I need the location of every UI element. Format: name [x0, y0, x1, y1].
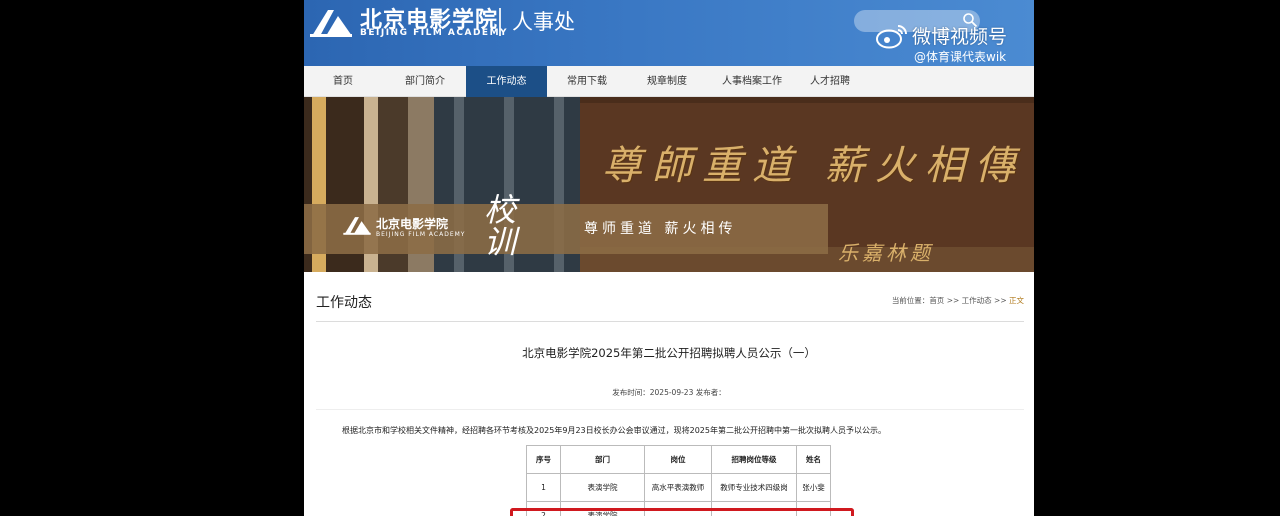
hero-banner: 尊師重道 薪火相傳 北京电影学院 BEIJING FILM ACADEMY 校训… — [304, 97, 1034, 272]
table-header-cell: 序号 — [526, 445, 561, 474]
section-title: 工作动态 — [316, 295, 372, 311]
breadcrumb-sep: >> — [944, 296, 962, 305]
article-title: 北京电影学院2025年第二批公开招聘拟聘人员公示（一） — [522, 346, 816, 360]
table-cell: 表演学院 — [560, 473, 645, 502]
nav-item-regulations[interactable]: 规章制度 — [629, 66, 705, 97]
banner-logo-cn: 北京电影学院 — [376, 217, 449, 231]
table-header-cell: 岗位 — [644, 445, 712, 474]
department-name: 人事处 — [512, 10, 575, 34]
nav-item-downloads[interactable]: 常用下载 — [547, 66, 627, 97]
logo-divider — [499, 8, 501, 36]
table-cell: 高水平表演教师 — [644, 473, 712, 502]
banner-calligraphy: 尊師重道 薪火相傳 — [602, 143, 1025, 189]
article-body: 根据北京市和学校相关文件精神，经招聘各环节考核及2025年9月23日校长办公会审… — [342, 426, 886, 435]
watermark-handle: @体育课代表wik — [914, 50, 1007, 64]
table-cell: 1 — [526, 473, 561, 502]
watermark-name: 微博视频号 — [912, 26, 1008, 48]
breadcrumb: 当前位置：首页 >> 工作动态 >> 正文 — [892, 295, 1024, 306]
breadcrumb-section[interactable]: 工作动态 — [962, 296, 992, 305]
table-header-cell: 部门 — [560, 445, 645, 474]
article-meta: 发布时间：2025-09-23 发布者： — [612, 388, 726, 397]
academy-logo-icon[interactable] — [308, 6, 354, 38]
weibo-logo-icon — [876, 25, 907, 49]
site-header: 北京电影学院 BEIJING FILM ACADEMY 人事处 微博视频号 @体… — [304, 0, 1034, 66]
main-nav: 首页 部门简介 工作动态 常用下载 规章制度 人事档案工作 人才招聘 — [304, 66, 1034, 97]
breadcrumb-sep: >> — [991, 296, 1009, 305]
nav-item-news[interactable]: 工作动态 — [466, 66, 547, 97]
table-cell: 张小斐 — [796, 473, 831, 502]
nav-item-home[interactable]: 首页 — [304, 66, 382, 97]
logo-text-en: BEIJING FILM ACADEMY — [360, 28, 509, 38]
nav-item-about[interactable]: 部门简介 — [384, 66, 466, 97]
nav-item-archives[interactable]: 人事档案工作 — [706, 66, 798, 97]
banner-academy-logo-icon — [343, 217, 371, 235]
school-motto-label: 校训 — [479, 193, 517, 257]
divider — [316, 409, 1024, 410]
table-header-row: 序号 部门 岗位 招聘岗位等级 姓名 — [526, 445, 831, 474]
webpage: 北京电影学院 BEIJING FILM ACADEMY 人事处 微博视频号 @体… — [304, 0, 1034, 516]
nav-item-recruitment[interactable]: 人才招聘 — [798, 66, 862, 97]
red-highlight-box — [510, 508, 854, 516]
hiring-table: 序号 部门 岗位 招聘岗位等级 姓名 1 表演学院 高水平表演教师 教师专业技术… — [526, 445, 831, 516]
table-header-cell: 姓名 — [796, 445, 831, 474]
divider — [316, 321, 1024, 322]
school-motto: 尊师重道 薪火相传 — [584, 221, 737, 237]
table-header-cell: 招聘岗位等级 — [711, 445, 797, 474]
breadcrumb-prefix: 当前位置： — [891, 296, 930, 305]
banner-logo-en: BEIJING FILM ACADEMY — [376, 231, 466, 238]
breadcrumb-current: 正文 — [1009, 296, 1024, 305]
calligraphy-signature: 乐嘉林题 — [838, 241, 934, 265]
breadcrumb-home[interactable]: 首页 — [929, 296, 944, 305]
table-row: 1 表演学院 高水平表演教师 教师专业技术四级岗 张小斐 — [526, 473, 831, 502]
table-cell: 教师专业技术四级岗 — [711, 473, 797, 502]
